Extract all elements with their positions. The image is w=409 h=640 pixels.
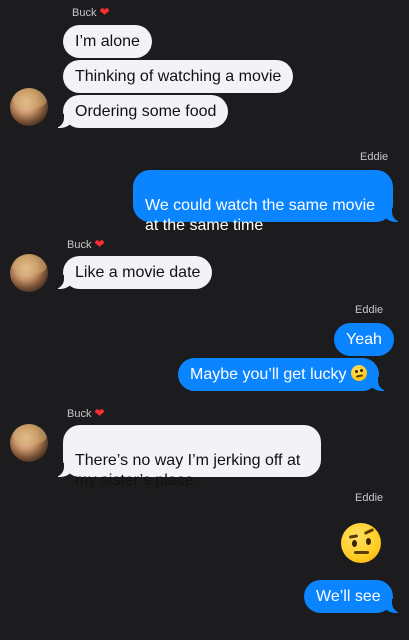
avatar[interactable] [10, 424, 48, 462]
heart-icon: ❤ [94, 237, 105, 251]
avatar[interactable] [10, 254, 48, 292]
sender-label-eddie: Eddie [360, 151, 389, 163]
heart-icon: ❤ [99, 5, 110, 19]
smirking-face-icon [350, 365, 367, 381]
message-bubble-incoming[interactable]: Like a movie date [53, 256, 213, 289]
message-bubble-outgoing[interactable]: We’ll see [304, 580, 402, 613]
heart-icon: ❤ [94, 406, 105, 420]
message-bubble-outgoing[interactable]: Yeah [334, 323, 394, 356]
message-bubble-outgoing[interactable]: Maybe you’ll get lucky [178, 358, 388, 391]
message-bubble-incoming[interactable]: Thinking of watching a movie [63, 60, 294, 93]
sender-label-buck: Buck ❤ [67, 237, 105, 251]
face-with-raised-eyebrow-icon[interactable] [341, 523, 381, 563]
sender-label-eddie: Eddie [355, 304, 384, 316]
message-bubble-incoming[interactable]: Ordering some food [53, 95, 229, 128]
sender-label-eddie: Eddie [355, 492, 384, 504]
message-bubble-outgoing[interactable]: We could watch the same movie at the sam… [133, 170, 402, 234]
message-bubble-incoming[interactable]: I’m alone [63, 25, 152, 58]
message-bubble-incoming[interactable]: There’s no way I’m jerking off at my sis… [54, 425, 321, 489]
sender-label-buck: Buck ❤ [72, 5, 110, 19]
avatar[interactable] [10, 88, 48, 126]
sender-label-buck: Buck ❤ [67, 406, 105, 420]
